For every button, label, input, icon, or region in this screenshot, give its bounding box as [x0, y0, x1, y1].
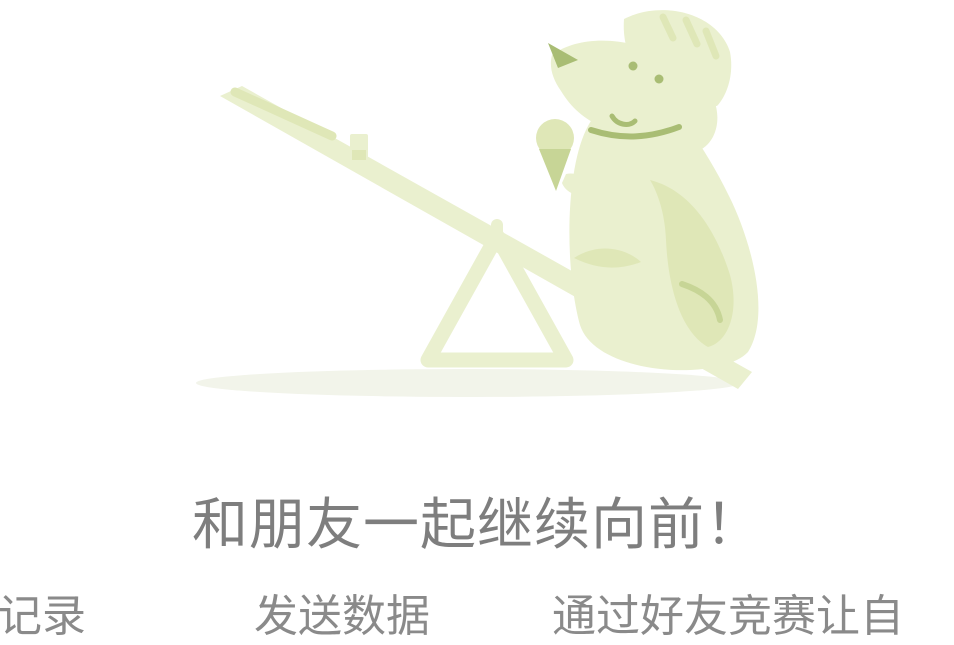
subline-fragment-3: 通过好友竞赛让自: [552, 591, 904, 642]
seesaw-fulcrum: [420, 228, 574, 368]
seesaw-owl-illustration: [196, 10, 759, 397]
subline-fragment-1: 记录: [0, 591, 86, 642]
seesaw-handle-base: [352, 150, 366, 160]
owl-eye-right: [654, 74, 664, 84]
headline: 和朋友一起继续向前！: [192, 493, 762, 558]
subline: 记录 发送数据 通过好友竞赛让自: [0, 588, 954, 645]
owl-eye-left: [628, 61, 638, 71]
owl-character: [536, 10, 759, 371]
subline-fragment-2: 发送数据: [254, 591, 430, 642]
ground-shadow: [196, 369, 740, 397]
